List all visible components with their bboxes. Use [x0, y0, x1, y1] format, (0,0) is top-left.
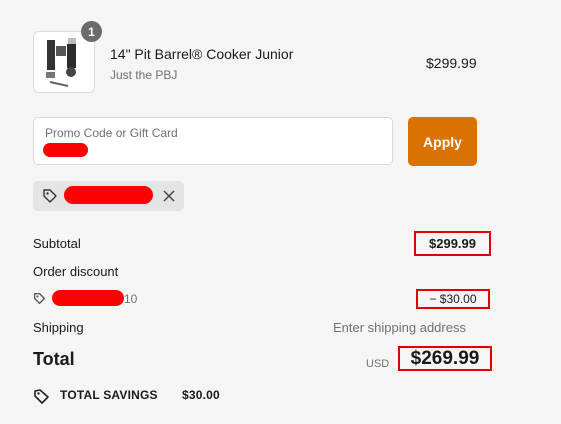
- subtotal-label: Subtotal: [33, 236, 81, 251]
- discount-code-suffix: 10: [124, 292, 138, 306]
- total-savings-value: $30.00: [182, 388, 220, 402]
- tag-icon: [43, 189, 57, 203]
- product-name: 14" Pit Barrel® Cooker Junior: [110, 46, 294, 62]
- redacted-discount-name: [52, 290, 124, 306]
- discount-tag-icon: [33, 292, 46, 305]
- total-label: Total: [33, 349, 75, 369]
- subtotal-value: $299.99: [414, 231, 491, 256]
- apply-button[interactable]: Apply: [408, 117, 477, 166]
- quantity-badge: 1: [81, 21, 102, 42]
- discount-value: − $30.00: [416, 289, 490, 309]
- order-discount-label: Order discount: [33, 264, 119, 279]
- grill-image: [46, 38, 76, 87]
- product-price: $299.99: [426, 55, 477, 71]
- promo-code-input[interactable]: [33, 117, 393, 165]
- redacted-discount-code: [64, 186, 153, 204]
- total-value: $269.99: [398, 346, 492, 371]
- product-variant: Just the PBJ: [110, 68, 178, 82]
- promo-code-placeholder: Promo Code or Gift Card: [45, 126, 178, 140]
- total-savings-label: TOTAL SAVINGS: [60, 388, 158, 402]
- redacted-promo-value: [43, 143, 88, 157]
- close-icon[interactable]: [162, 189, 176, 203]
- savings-tag-icon: [34, 389, 49, 404]
- shipping-label: Shipping: [33, 320, 84, 335]
- shipping-value: Enter shipping address: [333, 320, 466, 335]
- currency-label: USD: [366, 358, 390, 370]
